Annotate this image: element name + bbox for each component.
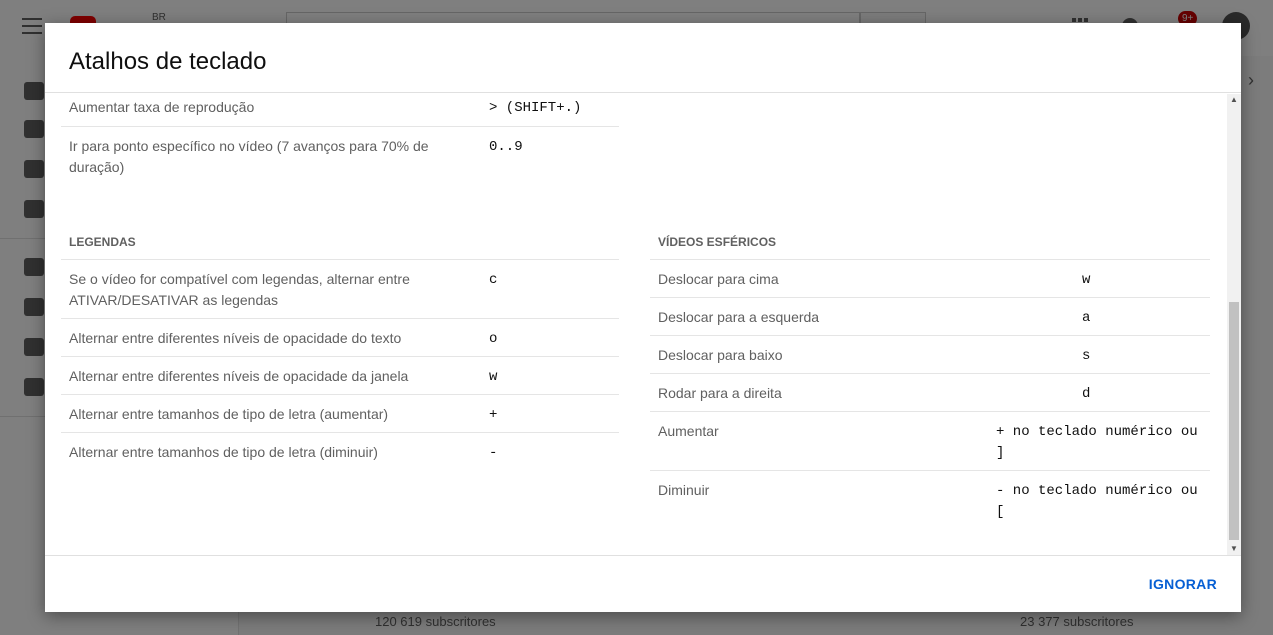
playback-section: Aumentar taxa de reprodução > (SHIFT+.) … — [61, 94, 619, 187]
shortcut-row: Ir para ponto específico no vídeo (7 ava… — [61, 127, 619, 187]
shortcut-key: a — [1082, 310, 1091, 326]
spherical-videos-section: VÍDEOS ESFÉRICOS Deslocar para cima w De… — [650, 225, 1210, 530]
dialog-body: Aumentar taxa de reprodução > (SHIFT+.) … — [45, 94, 1241, 555]
shortcut-key: - no teclado numérico ou [ — [996, 483, 1198, 520]
shortcut-description: Alternar entre tamanhos de tipo de letra… — [69, 444, 378, 460]
subtitles-section: LEGENDAS Se o vídeo for compatível com l… — [61, 225, 619, 471]
shortcut-row: Deslocar para cima w — [650, 260, 1210, 298]
shortcut-row: Aumentar taxa de reprodução > (SHIFT+.) — [61, 94, 619, 127]
shortcut-row: Alternar entre tamanhos de tipo de letra… — [61, 433, 619, 471]
shortcut-description: Se o vídeo for compatível com legendas, … — [69, 271, 410, 308]
keyboard-shortcuts-dialog: Atalhos de teclado Aumentar taxa de repr… — [45, 23, 1241, 612]
section-title: LEGENDAS — [61, 225, 619, 260]
shortcut-key: w — [489, 369, 498, 385]
shortcut-key: s — [1082, 348, 1091, 364]
shortcut-description: Diminuir — [658, 482, 710, 498]
shortcut-description: Deslocar para cima — [658, 271, 779, 287]
shortcut-row: Alternar entre diferentes níveis de opac… — [61, 357, 619, 395]
shortcut-row: Alternar entre tamanhos de tipo de letra… — [61, 395, 619, 433]
shortcut-key: d — [1082, 386, 1091, 402]
shortcut-row: Se o vídeo for compatível com legendas, … — [61, 260, 619, 319]
shortcut-description: Rodar para a direita — [658, 385, 782, 401]
ignore-button[interactable]: IGNORAR — [1149, 574, 1217, 594]
shortcut-key: + — [489, 407, 498, 423]
shortcut-description: Deslocar para baixo — [658, 347, 783, 363]
dialog-header: Atalhos de teclado — [45, 23, 1241, 93]
shortcut-description: Ir para ponto específico no vídeo (7 ava… — [69, 138, 429, 175]
shortcut-key: c — [489, 272, 498, 288]
shortcut-key: > (SHIFT+.) — [489, 100, 582, 116]
dialog-title: Atalhos de teclado — [69, 48, 267, 75]
shortcut-row: Alternar entre diferentes níveis de opac… — [61, 319, 619, 357]
dialog-scrollbar[interactable]: ▲ ▼ — [1227, 94, 1241, 555]
shortcut-row: Aumentar + no teclado numérico ou ] — [650, 412, 1210, 471]
dialog-footer: IGNORAR — [45, 555, 1241, 612]
shortcut-key: - — [489, 445, 498, 461]
shortcut-key: o — [489, 331, 498, 347]
shortcut-description: Alternar entre diferentes níveis de opac… — [69, 368, 409, 384]
shortcut-description: Alternar entre tamanhos de tipo de letra… — [69, 406, 389, 422]
shortcut-description: Aumentar — [658, 423, 719, 439]
scroll-thumb[interactable] — [1229, 302, 1239, 540]
shortcut-description: Deslocar para a esquerda — [658, 309, 820, 325]
shortcut-key: 0..9 — [489, 139, 523, 155]
shortcut-row: Diminuir - no teclado numérico ou [ — [650, 471, 1210, 530]
section-title: VÍDEOS ESFÉRICOS — [650, 225, 1210, 260]
shortcut-row: Rodar para a direita d — [650, 374, 1210, 412]
scroll-down-arrow-icon[interactable]: ▼ — [1227, 543, 1241, 555]
shortcut-key: + no teclado numérico ou ] — [996, 424, 1198, 461]
shortcut-key: w — [1082, 272, 1091, 288]
shortcut-description: Alternar entre diferentes níveis de opac… — [69, 330, 402, 346]
shortcut-row: Deslocar para baixo s — [650, 336, 1210, 374]
shortcut-description: Aumentar taxa de reprodução — [69, 99, 255, 115]
shortcut-row: Deslocar para a esquerda a — [650, 298, 1210, 336]
scroll-up-arrow-icon[interactable]: ▲ — [1227, 94, 1241, 106]
